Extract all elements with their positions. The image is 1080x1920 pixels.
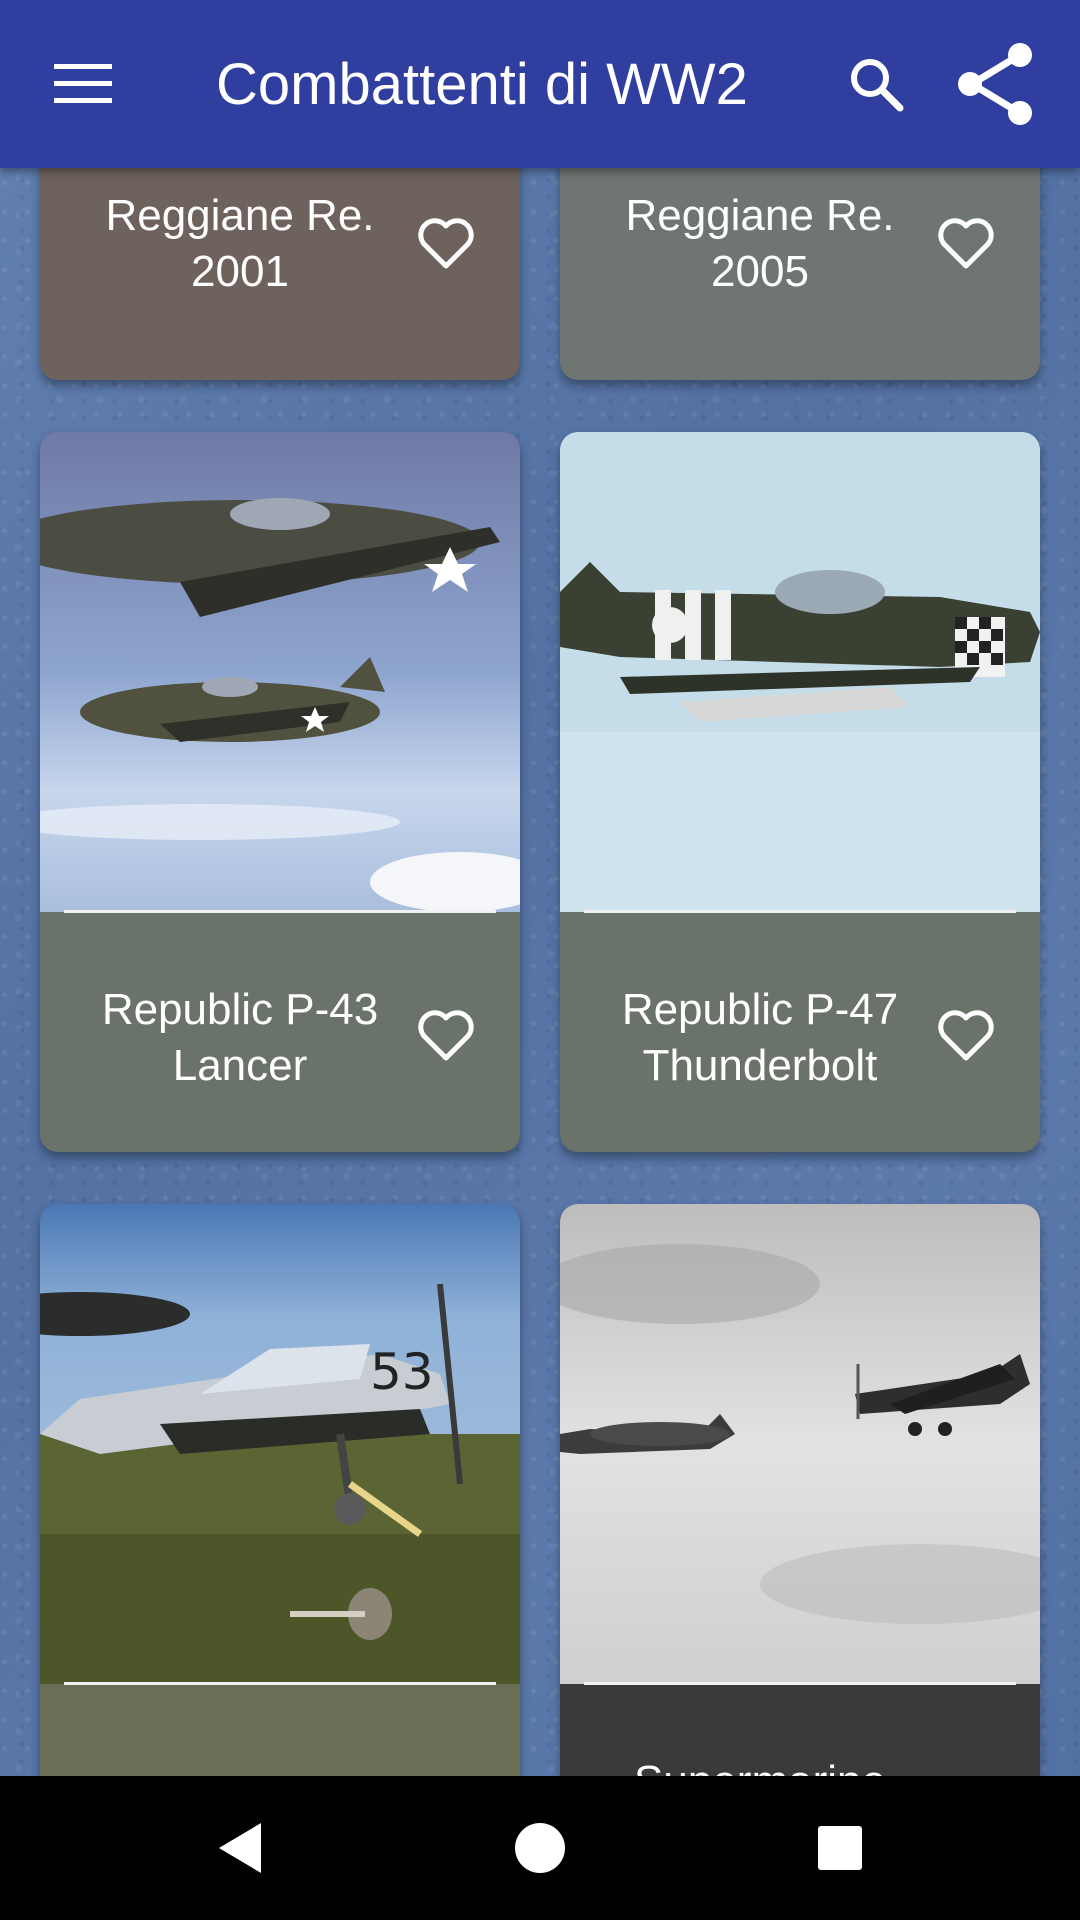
aircraft-card[interactable]: Reggiane Re. 2005 [560,168,1040,380]
nav-recents-button[interactable] [792,1800,888,1896]
aircraft-card[interactable]: Republic P-47 Thunderbolt [560,432,1040,1152]
aircraft-photo [560,432,1040,912]
card-divider [64,910,496,913]
nav-home-button[interactable] [492,1800,588,1896]
aircraft-card[interactable]: Supermarine [560,1204,1040,1776]
card-title-line2: Thunderbolt [642,1041,878,1090]
system-navigation-bar [0,1776,1080,1920]
share-button[interactable] [948,36,1044,132]
app-bar: Combattenti di WW2 [0,0,1080,168]
card-title-line1: Republic P-43 [101,985,379,1034]
menu-button[interactable] [36,36,132,132]
hamburger-menu-icon [54,64,112,103]
card-title-line2: 2001 [191,247,289,296]
heart-outline-icon [938,218,994,269]
card-title-line1: Reggiane Re. [625,191,895,240]
heart-outline-icon [418,218,474,269]
aircraft-card[interactable]: Reggiane Re. 2001 [40,168,520,380]
aircraft-photo [560,1204,1040,1684]
aircraft-photo [40,432,520,912]
aircraft-card[interactable]: Republic P-43 Lancer [40,432,520,1152]
back-triangle-icon [219,1823,261,1873]
recents-square-icon [818,1826,862,1870]
favorite-button[interactable] [410,208,482,280]
favorite-button[interactable] [930,1000,1002,1072]
card-title-line1: Republic P-47 [621,985,899,1034]
card-title: Reggiane Re. 2001 [40,188,440,300]
search-button[interactable] [828,36,924,132]
aircraft-card[interactable]: 53 [40,1204,520,1776]
card-title-line1: Reggiane Re. [105,191,375,240]
svg-text:53: 53 [370,1343,434,1401]
card-title-line2: 2005 [711,247,809,296]
search-icon [851,59,904,112]
card-title: Supermarine [560,1754,960,1776]
favorite-button[interactable] [410,1000,482,1072]
nav-back-button[interactable] [192,1800,288,1896]
card-title: Republic P-43 Lancer [40,982,440,1094]
app-title: Combattenti di WW2 [216,52,748,117]
card-title-line1: Supermarine [560,1754,960,1776]
card-title-line2: Lancer [172,1041,308,1090]
aircraft-grid[interactable]: Reggiane Re. 2001 Reggiane Re. 2005 Repu… [0,168,1080,1776]
heart-outline-icon [938,1010,994,1061]
card-divider [64,1682,496,1685]
card-divider [584,1682,1016,1685]
favorite-button[interactable] [930,208,1002,280]
card-title: Republic P-47 Thunderbolt [560,982,960,1094]
card-title: Reggiane Re. 2005 [560,188,960,300]
aircraft-photo: 53 [40,1204,520,1684]
home-circle-icon [515,1823,565,1873]
share-icon [958,43,1032,125]
heart-outline-icon [418,1010,474,1061]
card-divider [584,910,1016,913]
